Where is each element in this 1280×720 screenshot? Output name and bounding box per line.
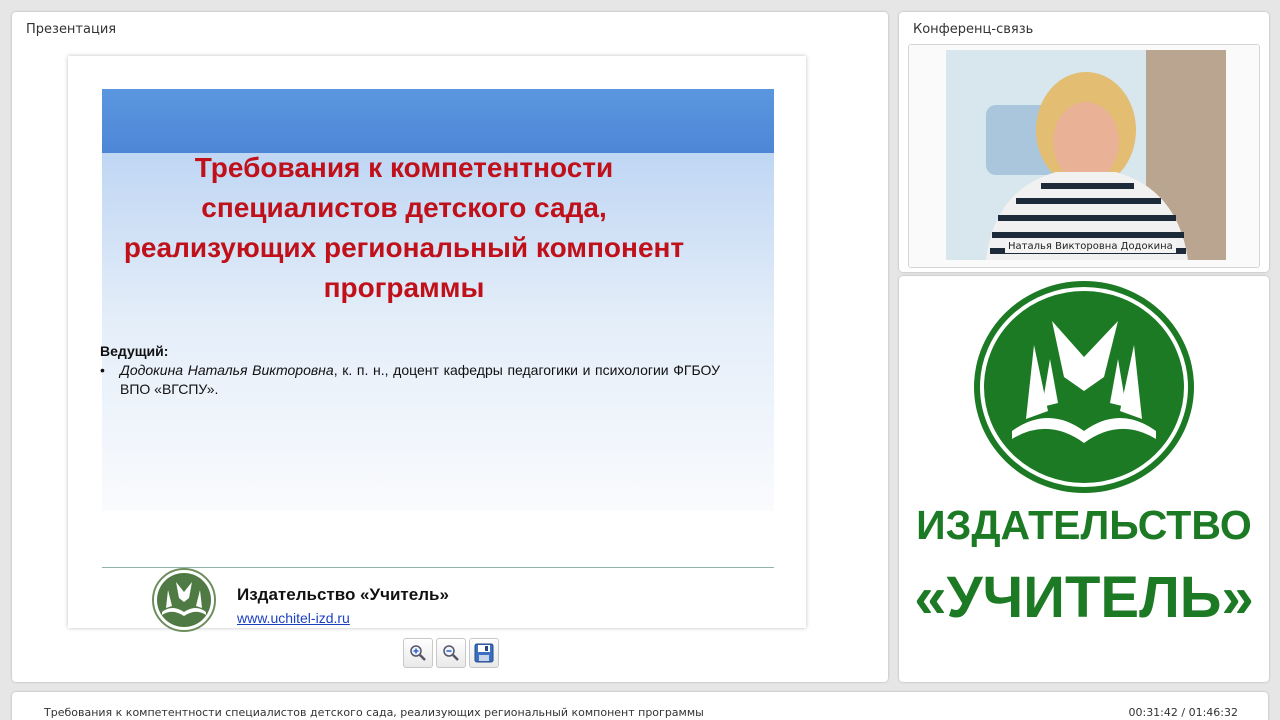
presenter-name: Додокина Наталья Викторовна [120, 362, 334, 378]
conference-panel-title: Конференц-связь [913, 22, 1034, 37]
bullet-icon: • [100, 362, 105, 378]
slide-title: Требования к компетентности специалистов… [123, 152, 685, 303]
zoom-in-button[interactable] [403, 638, 433, 668]
participant-name-caption: Наталья Викторовна Додокина [1005, 240, 1176, 253]
logo-text-publisher: ИЗДАТЕЛЬСТВО [916, 502, 1252, 548]
video-frame: Наталья Викторовна Додокина [908, 44, 1260, 268]
presenter-label: Ведущий: [100, 343, 169, 359]
floppy-disk-icon [474, 643, 494, 663]
presentation-panel-title: Презентация [26, 22, 117, 37]
playback-time: 00:31:42 / 01:46:32 [1128, 706, 1238, 719]
status-bar: Требования к компетентности специалистов… [12, 692, 1268, 720]
logo-text-teacher: «УЧИТЕЛЬ» [914, 565, 1254, 630]
slide-toolbar [403, 638, 499, 668]
save-button[interactable] [469, 638, 499, 668]
presenter-item: • Додокина Наталья Викторовна, к. п. н., … [100, 361, 720, 399]
presentation-slide: Требования к компетентности специалистов… [68, 56, 806, 632]
publisher-link[interactable]: www.uchitel-izd.ru [237, 610, 350, 626]
slide-presenter-block: Ведущий: • Додокина Наталья Викторовна, к… [100, 342, 720, 399]
publisher-emblem-icon [974, 281, 1194, 493]
participant-video[interactable]: Наталья Викторовна Додокина [946, 50, 1226, 260]
publisher-logo-icon [152, 568, 216, 632]
slide-header-band [102, 89, 774, 153]
zoom-out-button[interactable] [436, 638, 466, 668]
participant-video-image [946, 50, 1226, 260]
presentation-panel: Презентация Требования к компетентности … [12, 12, 888, 682]
conference-panel: Конференц-связь Наталья Викторовна Додок… [899, 12, 1269, 272]
zoom-in-icon [410, 645, 426, 661]
status-presentation-title: Требования к компетентности специалистов… [44, 706, 704, 719]
zoom-out-icon [443, 645, 459, 661]
publisher-name: Издательство «Учитель» [237, 585, 449, 604]
publisher-logo-panel: ИЗДАТЕЛЬСТВО «УЧИТЕЛЬ» [899, 276, 1269, 682]
